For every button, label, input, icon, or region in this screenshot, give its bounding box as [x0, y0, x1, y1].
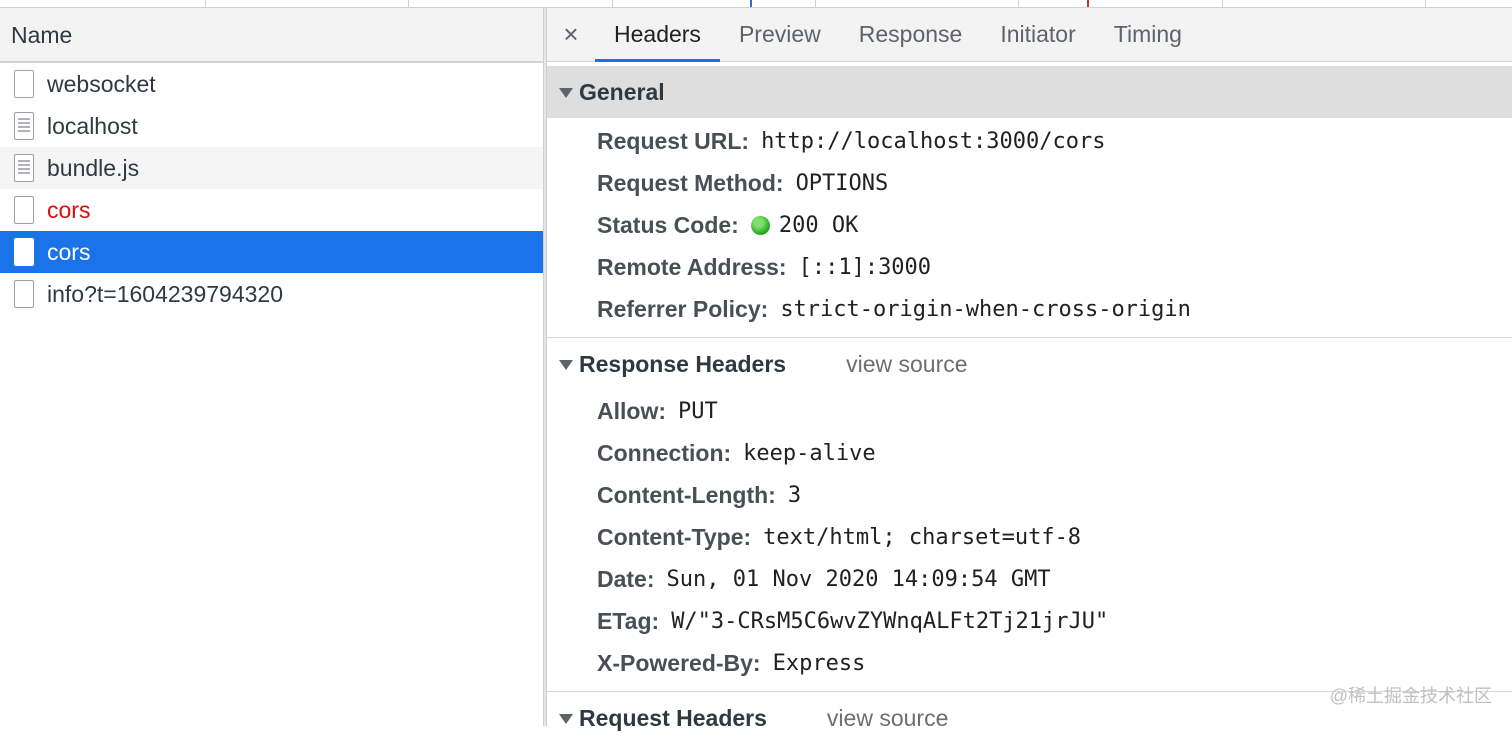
tab-response[interactable]: Response: [840, 8, 982, 61]
timeline-gridline: [408, 0, 409, 7]
header-value: 3: [787, 482, 802, 508]
timeline-gridline: [1425, 0, 1426, 7]
header-value: OPTIONS: [795, 170, 889, 196]
header-value: keep-alive: [743, 440, 876, 466]
expand-triangle-icon: [559, 360, 573, 370]
request-name: info?t=1604239794320: [47, 280, 283, 307]
request-name: cors: [47, 238, 91, 265]
request-row-cors-failed[interactable]: cors: [0, 189, 543, 231]
header-row-content-type: Content-Type: text/html; charset=utf-8: [597, 516, 1512, 558]
document-file-icon: [14, 196, 34, 224]
request-row-bundle-js[interactable]: bundle.js: [0, 147, 543, 189]
header-key: Request URL:: [597, 127, 750, 154]
timeline-gridline: [612, 0, 613, 7]
header-value: Sun, 01 Nov 2020 14:09:54 GMT: [666, 566, 1051, 592]
header-key: Date:: [597, 565, 655, 592]
header-key: Referrer Policy:: [597, 295, 769, 322]
header-key: X-Powered-By:: [597, 649, 761, 676]
header-key: ETag:: [597, 607, 660, 634]
timeline-gridline: [205, 0, 206, 7]
header-value: 200 OK: [778, 212, 859, 238]
detail-tab-bar: × Headers Preview Response Initiator Tim…: [547, 8, 1512, 62]
header-row-date: Date: Sun, 01 Nov 2020 14:09:54 GMT: [597, 558, 1512, 600]
header-key: Request Method:: [597, 169, 784, 196]
tab-initiator[interactable]: Initiator: [981, 8, 1094, 61]
request-row-cors-selected[interactable]: cors: [0, 231, 543, 273]
document-file-icon: [14, 70, 34, 98]
header-value: W/"3-CRsM5C6wvZYWnqALFt2Tj21jrJU": [671, 608, 1109, 634]
expand-triangle-icon: [559, 714, 573, 724]
timeline-gridline: [1018, 0, 1019, 7]
request-name: bundle.js: [47, 154, 140, 181]
header-row-request-url: Request URL: http://localhost:3000/cors: [597, 120, 1512, 162]
script-file-icon: [14, 112, 34, 140]
timeline-domcontentloaded-marker: [750, 0, 752, 7]
request-detail-panel: × Headers Preview Response Initiator Tim…: [547, 8, 1512, 731]
header-value: [::1]:3000: [798, 254, 932, 280]
tab-timing[interactable]: Timing: [1095, 8, 1201, 61]
request-row-info[interactable]: info?t=1604239794320: [0, 273, 543, 315]
header-row-remote-address: Remote Address: [::1]:3000: [597, 246, 1512, 288]
request-row-websocket[interactable]: websocket: [0, 63, 543, 105]
header-value: strict-origin-when-cross-origin: [780, 296, 1191, 322]
document-file-icon: [14, 238, 34, 266]
header-key: Remote Address:: [597, 253, 787, 280]
timeline-gridline: [815, 0, 816, 7]
header-row-etag: ETag: W/"3-CRsM5C6wvZYWnqALFt2Tj21jrJU": [597, 600, 1512, 642]
close-icon[interactable]: ×: [547, 8, 595, 61]
header-key: Connection:: [597, 439, 732, 466]
header-key: Allow:: [597, 397, 666, 424]
status-ok-icon: [750, 215, 770, 235]
response-headers-section-body: Allow: PUT Connection: keep-alive Conten…: [547, 390, 1512, 684]
general-section-header[interactable]: General: [547, 66, 1512, 118]
header-key: Content-Length:: [597, 481, 776, 508]
watermark: @稀土掘金技术社区: [1329, 686, 1492, 706]
script-file-icon: [14, 154, 34, 182]
header-row-content-length: Content-Length: 3: [597, 474, 1512, 516]
section-title: General: [579, 78, 665, 105]
view-source-link[interactable]: view source: [846, 351, 967, 378]
timeline-load-marker: [1087, 0, 1089, 7]
header-value: text/html; charset=utf-8: [763, 524, 1082, 550]
request-list-panel: Name websocket localhost bundle.js cors …: [0, 8, 543, 726]
view-source-link[interactable]: view source: [827, 705, 948, 732]
header-row-connection: Connection: keep-alive: [597, 432, 1512, 474]
header-row-referrer-policy: Referrer Policy: strict-origin-when-cros…: [597, 288, 1512, 330]
request-name: cors: [47, 196, 91, 223]
header-value: Express: [772, 650, 866, 676]
header-row-allow: Allow: PUT: [597, 390, 1512, 432]
name-column-header[interactable]: Name: [0, 8, 543, 63]
section-title: Request Headers: [579, 704, 767, 731]
timeline-gridline: [1222, 0, 1223, 7]
header-value: PUT: [678, 398, 718, 424]
request-row-localhost[interactable]: localhost: [0, 105, 543, 147]
expand-triangle-icon: [559, 88, 573, 98]
request-name: websocket: [47, 70, 156, 97]
header-row-x-powered-by: X-Powered-By: Express: [597, 642, 1512, 684]
network-timeline-strip: [0, 0, 1512, 8]
header-row-status-code: Status Code: 200 OK: [597, 204, 1512, 246]
section-title: Response Headers: [579, 350, 787, 377]
request-name: localhost: [47, 112, 138, 139]
tab-headers[interactable]: Headers: [595, 8, 720, 62]
header-key: Status Code:: [597, 211, 739, 238]
header-key: Content-Type:: [597, 523, 752, 550]
tab-preview[interactable]: Preview: [720, 8, 840, 61]
header-value: http://localhost:3000/cors: [761, 128, 1106, 154]
header-row-request-method: Request Method: OPTIONS: [597, 162, 1512, 204]
response-headers-section-header[interactable]: Response Headers view source: [547, 338, 1512, 390]
document-file-icon: [14, 280, 34, 308]
general-section-body: Request URL: http://localhost:3000/cors …: [547, 118, 1512, 330]
